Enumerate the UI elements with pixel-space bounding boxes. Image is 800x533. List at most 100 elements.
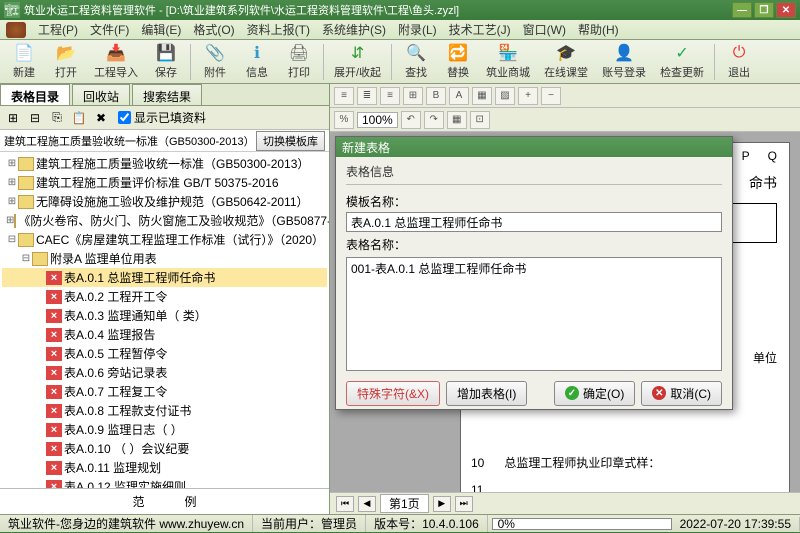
tree-node[interactable]: ×表A.0.12 监理实施细则 [2,477,327,488]
grid-icon[interactable]: ▦ [447,111,467,129]
tree-node[interactable]: ⊞无障碍设施施工验收及维护规范（GB50642-2011） [2,192,327,211]
status-progress: 0% [492,518,672,530]
tab-1[interactable]: 回收站 [72,84,130,105]
cancel-button[interactable]: ✕取消(C) [641,381,722,406]
menu-item[interactable]: 附录(L) [392,19,443,40]
toolbar-附件[interactable]: 📎附件 [195,41,235,82]
menu-item[interactable]: 格式(O) [187,19,240,40]
tree-node[interactable]: ×表A.0.1 总监理工程师任命书 [2,268,327,287]
menu-item[interactable]: 窗口(W) [517,19,572,40]
undo-icon[interactable]: ↶ [401,111,421,129]
toolbar-保存[interactable]: 💾保存 [146,41,186,82]
border-icon[interactable]: ▦ [472,87,492,105]
tree-node[interactable]: ×表A.0.9 监理日志（ ） [2,420,327,439]
expand-icon[interactable]: ⊞ [6,196,18,207]
minimize-button[interactable]: — [732,2,752,18]
menu-item[interactable]: 资料上报(T) [241,19,316,40]
pager-first-icon[interactable]: ⏮ [336,496,354,512]
tree-node[interactable]: ×表A.0.7 工程复工令 [2,382,327,401]
tree-node[interactable]: ×表A.0.3 监理通知单（ 类） [2,306,327,325]
tree-node[interactable]: ×表A.0.11 监理规划 [2,458,327,477]
align-center-icon[interactable]: ≣ [357,87,377,105]
align-left-icon[interactable]: ≡ [334,87,354,105]
restore-button[interactable]: ❐ [754,2,774,18]
zoom-icon[interactable]: % [334,111,354,129]
toolbar-label: 打印 [288,64,310,80]
toolbar-展开/收起[interactable]: ⇵展开/收起 [328,41,387,82]
align-right-icon[interactable]: ≡ [380,87,400,105]
toolbar-检查更新[interactable]: ✓检查更新 [654,41,710,82]
toolbar-退出[interactable]: ⏻退出 [719,41,759,82]
toolbar-账号登录[interactable]: 👤账号登录 [596,41,652,82]
doc-icon: × [46,461,62,475]
expand-icon[interactable]: ⊞ [6,215,14,226]
pager-last-icon[interactable]: ⏭ [455,496,473,512]
fill-icon[interactable]: ▨ [495,87,515,105]
collapse-all-icon[interactable]: ⊟ [26,109,44,127]
special-char-button[interactable]: 特殊字符(&X) [346,381,440,406]
expand-icon[interactable]: ⊞ [6,177,18,188]
toolbar-筑业商城[interactable]: 🏪筑业商城 [480,41,536,82]
show-filled-label: 显示已填资料 [134,109,206,126]
tree-label: 表A.0.1 总监理工程师任命书 [64,269,215,286]
toolbar-label: 在线课堂 [544,64,588,80]
menu-item[interactable]: 编辑(E) [135,19,187,40]
tree-node[interactable]: ⊞建筑工程施工质量验收统一标准（GB50300-2013） [2,154,327,173]
template-name-input[interactable] [346,212,722,232]
toolbar-打开[interactable]: 📂打开 [46,41,86,82]
add-table-button[interactable]: 增加表格(I) [446,381,527,406]
expand-icon[interactable]: ⊞ [6,158,18,169]
tree-node[interactable]: ×表A.0.8 工程款支付证书 [2,401,327,420]
tree-node[interactable]: ⊟附录A 监理单位用表 [2,249,327,268]
menu-item[interactable]: 文件(F) [84,19,135,40]
ok-button[interactable]: ✓确定(O) [554,381,635,406]
expand-icon[interactable]: ⊟ [6,234,18,245]
menu-item[interactable]: 技术工艺(J) [443,19,517,40]
expand-icon[interactable]: ⊟ [20,253,32,264]
insert-row-icon[interactable]: + [518,87,538,105]
pager-label[interactable]: 第1页 [380,494,429,513]
doc-icon: × [46,404,62,418]
template-tree[interactable]: ⊞建筑工程施工质量验收统一标准（GB50300-2013）⊞建筑工程施工质量评价… [0,152,329,488]
tab-2[interactable]: 搜索结果 [132,84,202,105]
tree-node[interactable]: ×表A.0.6 旁站记录表 [2,363,327,382]
menu-item[interactable]: 帮助(H) [572,19,625,40]
delete-icon[interactable]: ✖ [92,109,110,127]
expand-all-icon[interactable]: ⊞ [4,109,22,127]
menu-item[interactable]: 工程(P) [32,19,84,40]
delete-row-icon[interactable]: − [541,87,561,105]
zoom-value[interactable]: 100% [357,112,398,128]
show-filled-checkbox[interactable] [118,111,131,124]
tab-0[interactable]: 表格目录 [0,84,70,105]
cell-format-icon[interactable]: ⊡ [470,111,490,129]
font-color-icon[interactable]: A [449,87,469,105]
tree-node[interactable]: ⊟CAEC《房屋建筑工程监理工作标准（试行）》（2020） [2,230,327,249]
toolbar-查找[interactable]: 🔍查找 [396,41,436,82]
pager-next-icon[interactable]: ▶ [433,496,451,512]
tree-node[interactable]: ⊞《防火卷帘、防火门、防火窗施工及验收规范》（GB50877-2014） [2,211,327,230]
tree-node[interactable]: ×表A.0.4 监理报告 [2,325,327,344]
switch-template-button[interactable]: 切换模板库 [256,131,325,151]
copy-icon[interactable]: ⎘ [48,109,66,127]
tree-node[interactable]: ⊞建筑工程施工质量评价标准 GB/T 50375-2016 [2,173,327,192]
tree-node[interactable]: ×表A.0.5 工程暂停令 [2,344,327,363]
tree-toolbar: ⊞ ⊟ ⎘ 📋 ✖ 显示已填资料 [0,106,329,130]
toolbar-新建[interactable]: 📄新建 [4,41,44,82]
toolbar-工程导入[interactable]: 📥工程导入 [88,41,144,82]
bold-icon[interactable]: B [426,87,446,105]
tree-node[interactable]: ×表A.0.2 工程开工令 [2,287,327,306]
toolbar-信息[interactable]: ℹ信息 [237,41,277,82]
table-name-textarea[interactable] [346,257,722,371]
logo-icon [6,22,26,38]
paste-icon[interactable]: 📋 [70,109,88,127]
menu-item[interactable]: 系统维护(S) [316,19,392,40]
toolbar-在线课堂[interactable]: 🎓在线课堂 [538,41,594,82]
merge-icon[interactable]: ⊞ [403,87,423,105]
pager-prev-icon[interactable]: ◀ [358,496,376,512]
redo-icon[interactable]: ↷ [424,111,444,129]
toolbar-label: 附件 [204,64,226,80]
toolbar-打印[interactable]: 🖨打印 [279,41,319,82]
tree-node[interactable]: ×表A.0.10 （ ）会议纪要 [2,439,327,458]
toolbar-替换[interactable]: 🔁替换 [438,41,478,82]
close-button[interactable]: ✕ [776,2,796,18]
